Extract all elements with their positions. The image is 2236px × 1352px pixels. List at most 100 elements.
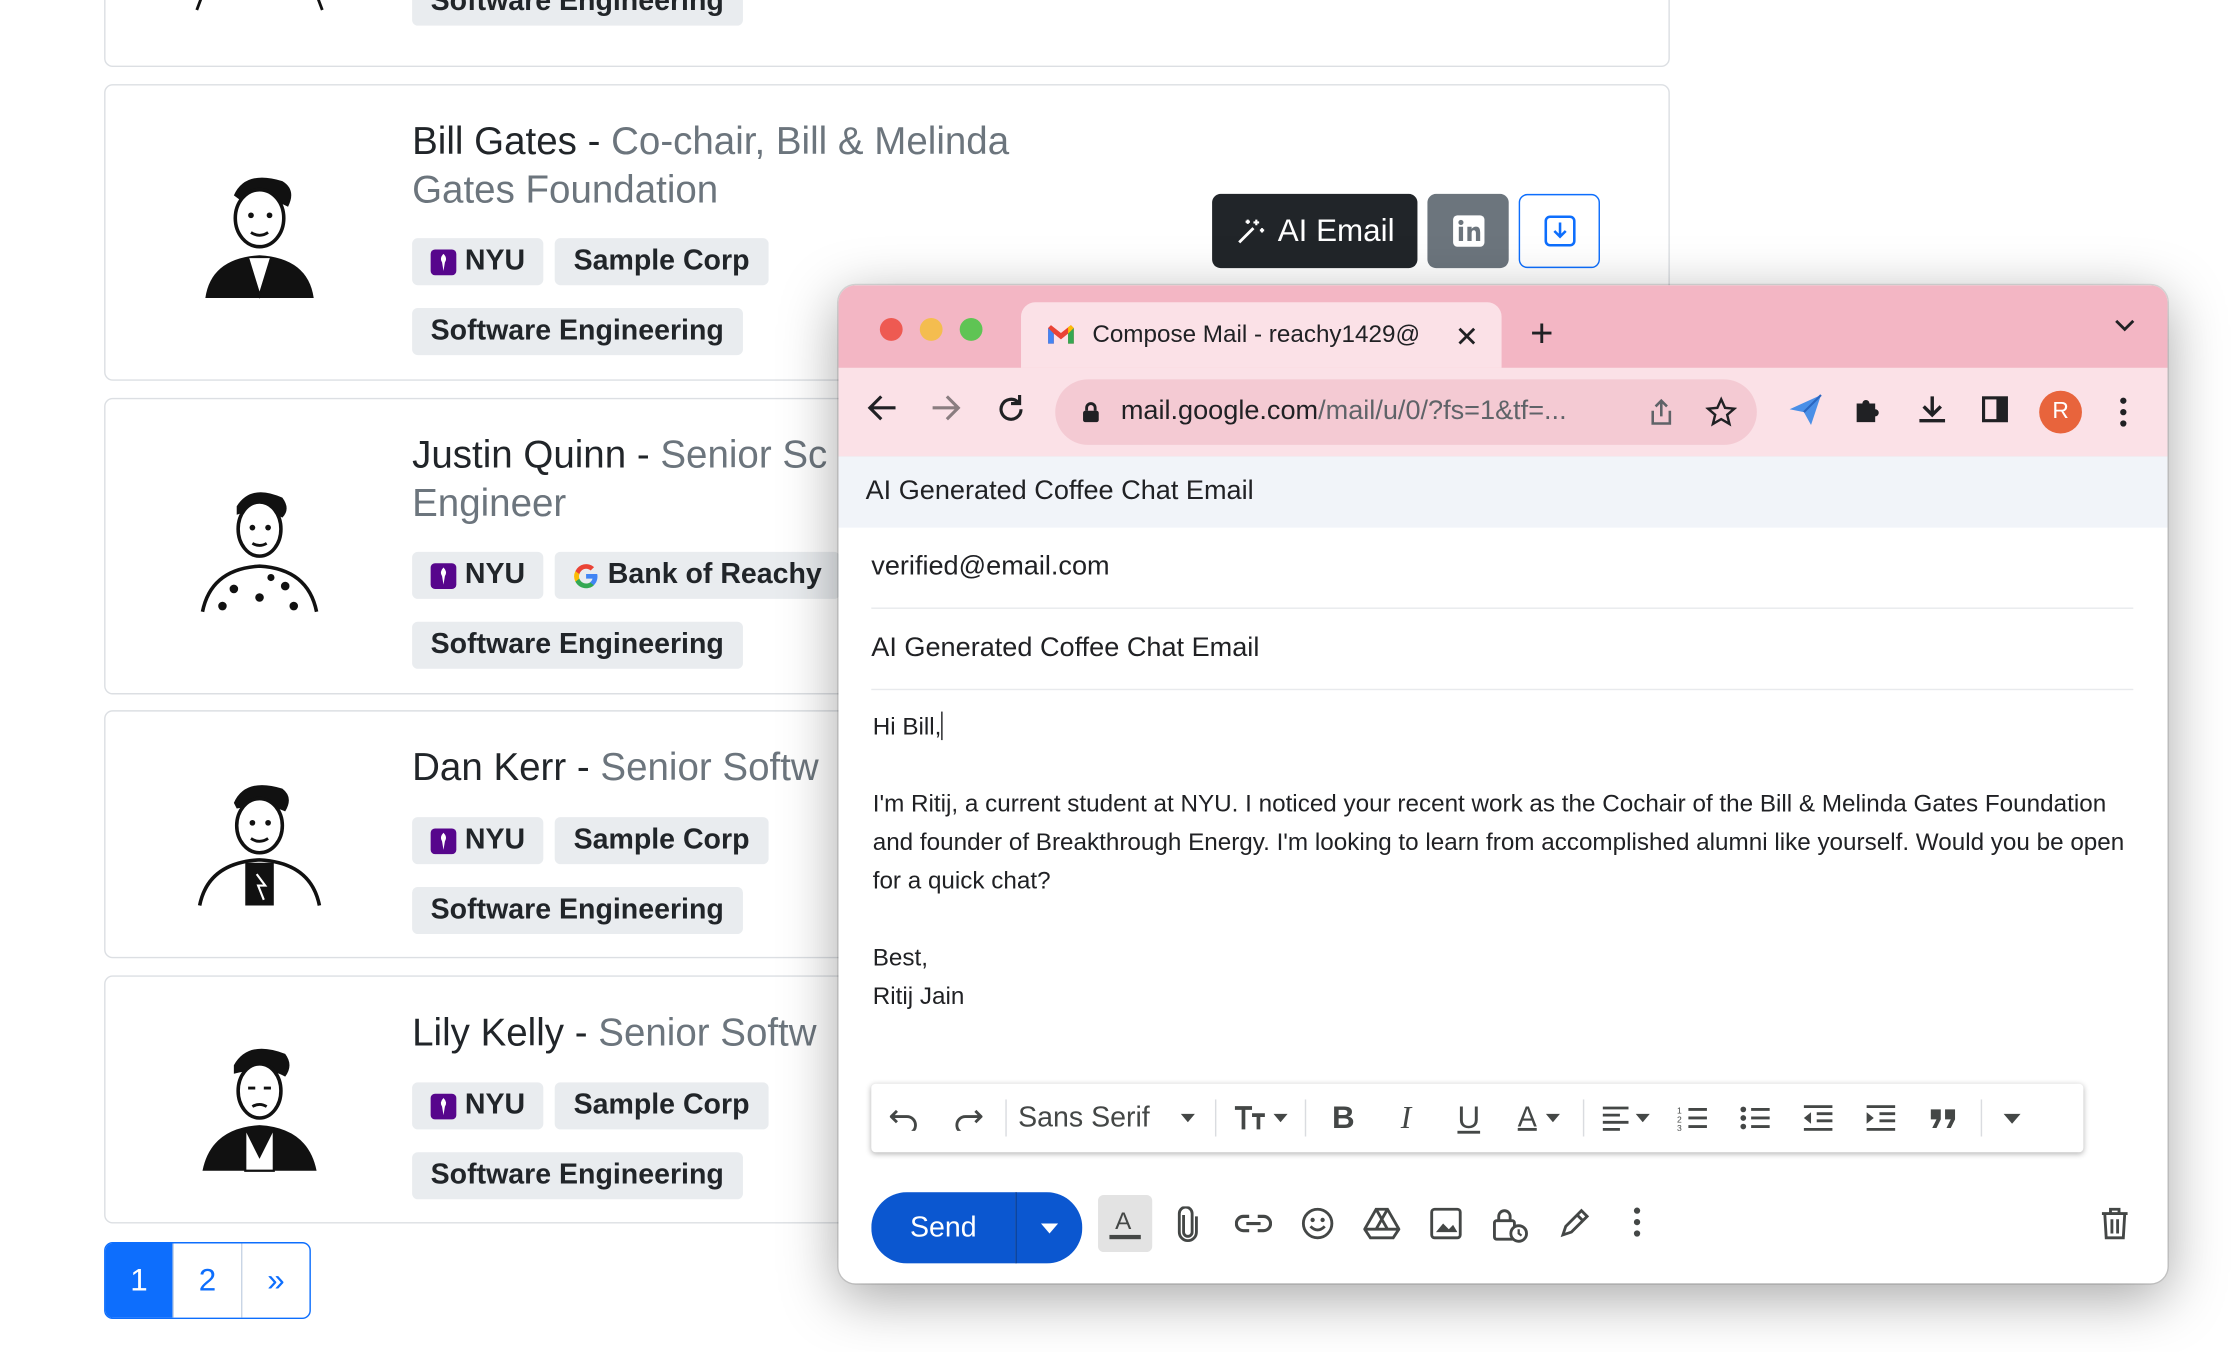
avatar xyxy=(200,492,319,613)
person-name: Dan Kerr xyxy=(412,745,567,789)
more-options-icon[interactable] xyxy=(1633,1206,1642,1237)
download-icon[interactable] xyxy=(1915,392,1949,426)
tag-company: Sample Corp xyxy=(555,817,769,865)
link-icon[interactable] xyxy=(1234,1212,1272,1235)
indent-less-button[interactable] xyxy=(1787,1084,1850,1152)
extensions-icon[interactable] xyxy=(1852,394,1883,425)
align-left-icon xyxy=(1602,1106,1629,1131)
tag-school: NYU xyxy=(412,817,544,865)
emoji-icon[interactable] xyxy=(1301,1206,1335,1240)
url-host: mail.google.com xyxy=(1120,396,1319,427)
bold-button[interactable]: B xyxy=(1312,1084,1375,1152)
compose-browser-window: Compose Mail - reachy1429@ ✕ + mail.goog… xyxy=(838,285,2168,1284)
next-page-button[interactable]: » xyxy=(240,1243,309,1318)
person-role: Senior Softw xyxy=(600,745,819,789)
nyu-torch-icon xyxy=(430,248,457,275)
discard-draft-icon[interactable] xyxy=(2100,1206,2129,1240)
italic-button[interactable]: I xyxy=(1375,1084,1438,1152)
person-role: Senior Sc xyxy=(660,433,828,477)
page-2-button[interactable]: 2 xyxy=(172,1243,241,1318)
caret-down-icon xyxy=(2003,1112,2021,1123)
redo-button[interactable] xyxy=(937,1084,1000,1152)
share-icon[interactable] xyxy=(1648,398,1674,427)
drive-icon[interactable] xyxy=(1363,1206,1401,1240)
caret-down-icon xyxy=(1180,1113,1195,1123)
close-window-button[interactable] xyxy=(879,317,903,341)
tag-school: NYU xyxy=(412,238,544,286)
linkedin-button[interactable] xyxy=(1427,193,1509,269)
magic-wand-icon xyxy=(1238,219,1265,244)
tag-company: Sample Corp xyxy=(555,238,769,286)
subject-field[interactable]: AI Generated Coffee Chat Email xyxy=(871,609,2134,691)
align-button[interactable] xyxy=(1590,1084,1661,1152)
tag-role: Software Engineering xyxy=(412,621,743,669)
minimize-window-button[interactable] xyxy=(919,317,943,341)
reload-icon[interactable] xyxy=(995,394,1026,425)
svg-text:A: A xyxy=(1115,1208,1132,1235)
maximize-window-button[interactable] xyxy=(959,317,983,341)
svg-text:3: 3 xyxy=(1677,1123,1682,1131)
ai-email-button[interactable]: AI Email xyxy=(1212,193,1418,269)
insert-photo-icon[interactable] xyxy=(1429,1206,1463,1240)
nyu-torch-icon xyxy=(430,827,457,854)
close-tab-icon[interactable]: ✕ xyxy=(1455,319,1479,355)
nyu-torch-icon xyxy=(430,1093,457,1119)
address-bar: mail.google.com/mail/u/0/?fs=1&tf=... R xyxy=(838,367,2168,458)
font-size-button[interactable] xyxy=(1222,1084,1299,1152)
compose-header: AI Generated Coffee Chat Email xyxy=(838,456,2168,528)
lock-icon xyxy=(1083,402,1099,423)
font-select[interactable]: Sans Serif xyxy=(1012,1084,1209,1152)
side-panel-icon[interactable] xyxy=(1981,395,2010,424)
attach-icon[interactable] xyxy=(1175,1206,1201,1243)
new-tab-button[interactable]: + xyxy=(1530,311,1553,357)
send-button[interactable]: Send xyxy=(871,1192,1016,1264)
card-partial: Software Engineering xyxy=(104,0,1670,68)
person-name: Bill Gates xyxy=(412,119,577,163)
url-bar[interactable]: mail.google.com/mail/u/0/?fs=1&tf=... xyxy=(1055,379,1757,445)
chevron-down-icon[interactable] xyxy=(2113,317,2136,334)
download-icon xyxy=(1543,215,1575,247)
confidential-mode-icon[interactable] xyxy=(1492,1206,1529,1243)
avatar-partial xyxy=(195,0,324,11)
browser-tab-compose[interactable]: Compose Mail - reachy1429@ ✕ xyxy=(1021,302,1502,368)
nyu-torch-icon xyxy=(430,562,457,589)
numbered-list-button[interactable]: 123 xyxy=(1661,1084,1724,1152)
pagination: 1 2 » xyxy=(104,1242,311,1320)
caret-down-icon xyxy=(1635,1113,1650,1123)
indent-more-icon xyxy=(1866,1105,1896,1131)
send-extension-icon[interactable] xyxy=(1787,391,1824,428)
page-1-button[interactable]: 1 xyxy=(105,1243,173,1318)
underline-button[interactable]: U xyxy=(1437,1084,1500,1152)
person-name: Justin Quinn xyxy=(412,433,627,477)
text-color-button[interactable]: A xyxy=(1500,1084,1577,1152)
undo-button[interactable] xyxy=(871,1084,937,1152)
quote-button[interactable] xyxy=(1912,1084,1975,1152)
url-path: /mail/u/0/?fs=1&tf=... xyxy=(1318,396,1567,427)
indent-more-button[interactable] xyxy=(1850,1084,1913,1152)
formatting-options-button[interactable]: A xyxy=(1098,1194,1153,1253)
message-body[interactable]: Hi Bill, I'm Ritij, a current student at… xyxy=(873,707,2142,1015)
tag-role: Software Engineering xyxy=(412,1152,743,1200)
more-vert-icon[interactable] xyxy=(2119,396,2128,427)
forward-icon[interactable] xyxy=(930,394,961,423)
signature: Ritij Jain xyxy=(872,982,965,1010)
schedule-send-button[interactable] xyxy=(1015,1192,1083,1264)
star-icon[interactable] xyxy=(1705,396,1737,427)
tag-company: Sample Corp xyxy=(555,1082,769,1130)
tag-software-engineering: Software Engineering xyxy=(412,0,743,26)
tab-bar: Compose Mail - reachy1429@ ✕ + xyxy=(838,285,2168,368)
download-button[interactable] xyxy=(1518,193,1600,269)
to-field[interactable]: verified@email.com xyxy=(871,528,2134,609)
text-size-icon xyxy=(1234,1106,1265,1130)
caret-down-icon xyxy=(1273,1113,1288,1123)
message-paragraph: I'm Ritij, a current student at NYU. I n… xyxy=(872,790,2125,895)
google-icon xyxy=(574,563,598,588)
signature-pen-icon[interactable] xyxy=(1557,1206,1591,1240)
back-icon[interactable] xyxy=(867,394,898,423)
bulleted-list-button[interactable] xyxy=(1724,1084,1787,1152)
linkedin-icon xyxy=(1452,215,1484,247)
numbered-list-icon: 123 xyxy=(1677,1106,1707,1131)
caret-down-icon xyxy=(1040,1222,1059,1233)
more-formatting-button[interactable] xyxy=(1988,1084,2036,1152)
profile-avatar[interactable]: R xyxy=(2039,390,2082,434)
